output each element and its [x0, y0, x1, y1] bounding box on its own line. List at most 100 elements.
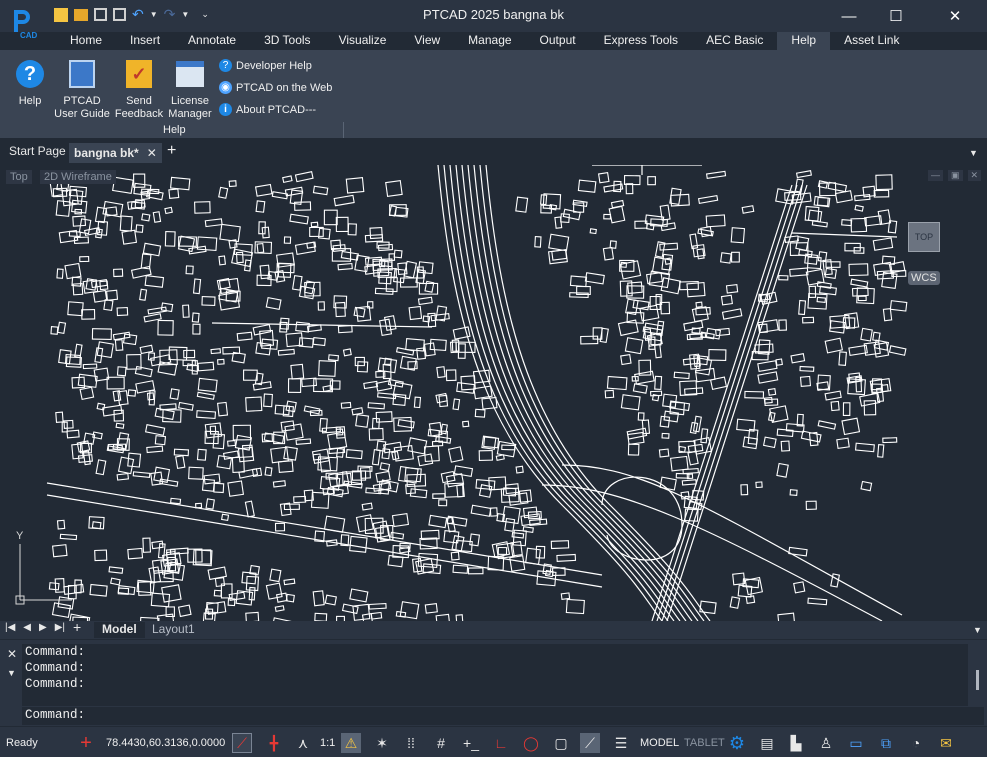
- viewcube-top[interactable]: TOP: [908, 222, 940, 252]
- maximize-button[interactable]: ☐: [873, 0, 919, 32]
- developer-help-link[interactable]: ? Developer Help: [219, 59, 312, 72]
- feedback-label-1: Send: [126, 95, 152, 107]
- quick-properties-icon[interactable]: ▤: [757, 733, 777, 753]
- workspace-icon[interactable]: ▙: [786, 733, 806, 753]
- close-button[interactable]: ✕: [932, 0, 978, 32]
- license-label-2: Manager: [168, 108, 212, 120]
- snap-grid-icon[interactable]: ⟋: [232, 733, 252, 753]
- feedback-icon: ✓: [126, 60, 152, 88]
- user-guide-label-2: User Guide: [54, 108, 110, 120]
- ribbon-tab-home[interactable]: Home: [56, 32, 116, 50]
- command-close-icon[interactable]: ✕: [7, 647, 17, 661]
- settings-gear-icon[interactable]: ⚙: [727, 733, 747, 753]
- isometric-icon[interactable]: ⋏: [293, 733, 313, 753]
- grid-icon[interactable]: #: [431, 733, 451, 753]
- logo-text: CAD: [20, 31, 38, 40]
- command-history-line: Command:: [25, 661, 86, 675]
- viewport-restore-icon[interactable]: ▣: [948, 170, 963, 181]
- ortho-icon[interactable]: ╋: [264, 733, 284, 753]
- auto-scale-icon[interactable]: ✶: [372, 733, 392, 753]
- feedback-label-2: Feedback: [114, 108, 164, 120]
- object-snap-icon[interactable]: ∟: [491, 733, 511, 753]
- ribbon-tab-help[interactable]: Help: [777, 32, 831, 50]
- command-prompt: Command:: [25, 708, 86, 722]
- layout-nav: |◀ ◀ ▶ ▶| +: [5, 620, 81, 634]
- lock-ui-icon[interactable]: ♙: [816, 733, 836, 753]
- visual-style-label[interactable]: 2D Wireframe: [40, 170, 116, 184]
- ribbon-tab-output[interactable]: Output: [526, 32, 590, 50]
- viewport-close-icon[interactable]: ✕: [967, 170, 982, 181]
- on-the-web-label: PTCAD on the Web: [236, 81, 333, 94]
- developer-help-label: Developer Help: [236, 59, 312, 72]
- drawing-canvas[interactable]: [2, 165, 984, 621]
- close-tab-icon[interactable]: ✕: [147, 146, 157, 160]
- ribbon-tab-3d-tools[interactable]: 3D Tools: [250, 32, 324, 50]
- command-history-line: Command:: [25, 677, 86, 691]
- first-layout-icon[interactable]: |◀: [5, 622, 15, 633]
- ribbon-tab-view[interactable]: View: [400, 32, 454, 50]
- notifications-mail-icon[interactable]: ✉: [936, 733, 956, 753]
- model-space-toggle[interactable]: MODEL: [640, 737, 679, 749]
- tab-model[interactable]: Model: [94, 622, 145, 638]
- license-label-1: License: [171, 95, 209, 107]
- cursor-crosshair-icon[interactable]: +: [76, 732, 96, 754]
- snap-tracking-icon[interactable]: ◯: [521, 733, 541, 753]
- snap-dots-icon[interactable]: ⁞⁞: [401, 733, 421, 753]
- coordinates-readout[interactable]: 78.4430,60.3136,0.0000: [106, 737, 225, 749]
- viewport-minimize-icon[interactable]: —: [928, 170, 943, 181]
- command-input[interactable]: Command:: [22, 707, 984, 725]
- ucs-icon: Y: [14, 530, 74, 610]
- tabs-menu-icon[interactable]: ▼: [969, 148, 978, 158]
- tablet-toggle[interactable]: TABLET: [684, 737, 725, 749]
- tab-start-page[interactable]: Start Page: [4, 143, 71, 163]
- license-manager-button[interactable]: License Manager: [166, 58, 214, 121]
- tab-active-document[interactable]: bangna bk* ✕: [69, 143, 162, 163]
- polar-tracking-icon[interactable]: +_: [461, 733, 481, 753]
- developer-help-icon: ?: [219, 59, 232, 72]
- ucs-wcs-label[interactable]: WCS: [908, 271, 940, 285]
- ucs-y-label: Y: [16, 530, 24, 542]
- layout-menu-icon[interactable]: ▼: [973, 625, 982, 635]
- selection-cycle-icon[interactable]: ▢: [551, 733, 571, 753]
- annotation-scale[interactable]: 1:1: [320, 737, 335, 749]
- new-tab-button[interactable]: +: [167, 142, 176, 160]
- tab-layout1[interactable]: Layout1: [146, 622, 201, 638]
- status-ready: Ready: [6, 737, 38, 749]
- user-guide-label-1: PTCAD: [63, 95, 101, 107]
- active-document-label: bangna bk*: [74, 146, 139, 160]
- ribbon-tabs: Home Insert Annotate 3D Tools Visualize View M…: [56, 32, 913, 50]
- ribbon-tab-aec-basic[interactable]: AEC Basic: [692, 32, 777, 50]
- ribbon-tab-annotate[interactable]: Annotate: [174, 32, 250, 50]
- command-history-line: Command:: [25, 645, 86, 659]
- ribbon-tab-manage[interactable]: Manage: [454, 32, 525, 50]
- last-layout-icon[interactable]: ▶|: [55, 622, 65, 633]
- panel-title: Help: [163, 124, 186, 136]
- globe-icon: ◉: [219, 81, 232, 94]
- user-guide-icon: [69, 60, 95, 88]
- info-icon: i: [219, 103, 232, 116]
- add-layout-icon[interactable]: +: [73, 620, 81, 634]
- clean-screen-icon[interactable]: ◔: [906, 733, 926, 753]
- view-label[interactable]: Top: [6, 170, 32, 184]
- dynamic-input-icon[interactable]: ⟋: [580, 733, 600, 753]
- minimize-button[interactable]: —: [826, 0, 872, 32]
- command-scrollbar[interactable]: [976, 670, 979, 690]
- command-options-icon[interactable]: ▼: [7, 668, 16, 678]
- ribbon-tab-visualize[interactable]: Visualize: [325, 32, 401, 50]
- lineweight-icon[interactable]: ☰: [611, 733, 631, 753]
- send-feedback-button[interactable]: ✓ Send Feedback: [113, 58, 165, 121]
- help-label: Help: [18, 95, 42, 107]
- ribbon-tab-insert[interactable]: Insert: [116, 32, 174, 50]
- map-drawing: [46, 165, 908, 621]
- user-guide-button[interactable]: PTCAD User Guide: [52, 58, 112, 121]
- about-link[interactable]: i About PTCAD---: [219, 103, 316, 116]
- ribbon-tab-express-tools[interactable]: Express Tools: [590, 32, 692, 50]
- next-layout-icon[interactable]: ▶: [39, 622, 47, 633]
- ribbon-tab-asset-link[interactable]: Asset Link: [830, 32, 913, 50]
- viewports-icon[interactable]: ⧉: [876, 733, 896, 753]
- help-button[interactable]: ? Help: [12, 58, 48, 108]
- prev-layout-icon[interactable]: ◀: [23, 622, 31, 633]
- ptcad-on-web-link[interactable]: ◉ PTCAD on the Web: [219, 81, 332, 94]
- annotation-visibility-icon[interactable]: ⚠: [341, 733, 361, 753]
- monitor-icon[interactable]: ▭: [846, 733, 866, 753]
